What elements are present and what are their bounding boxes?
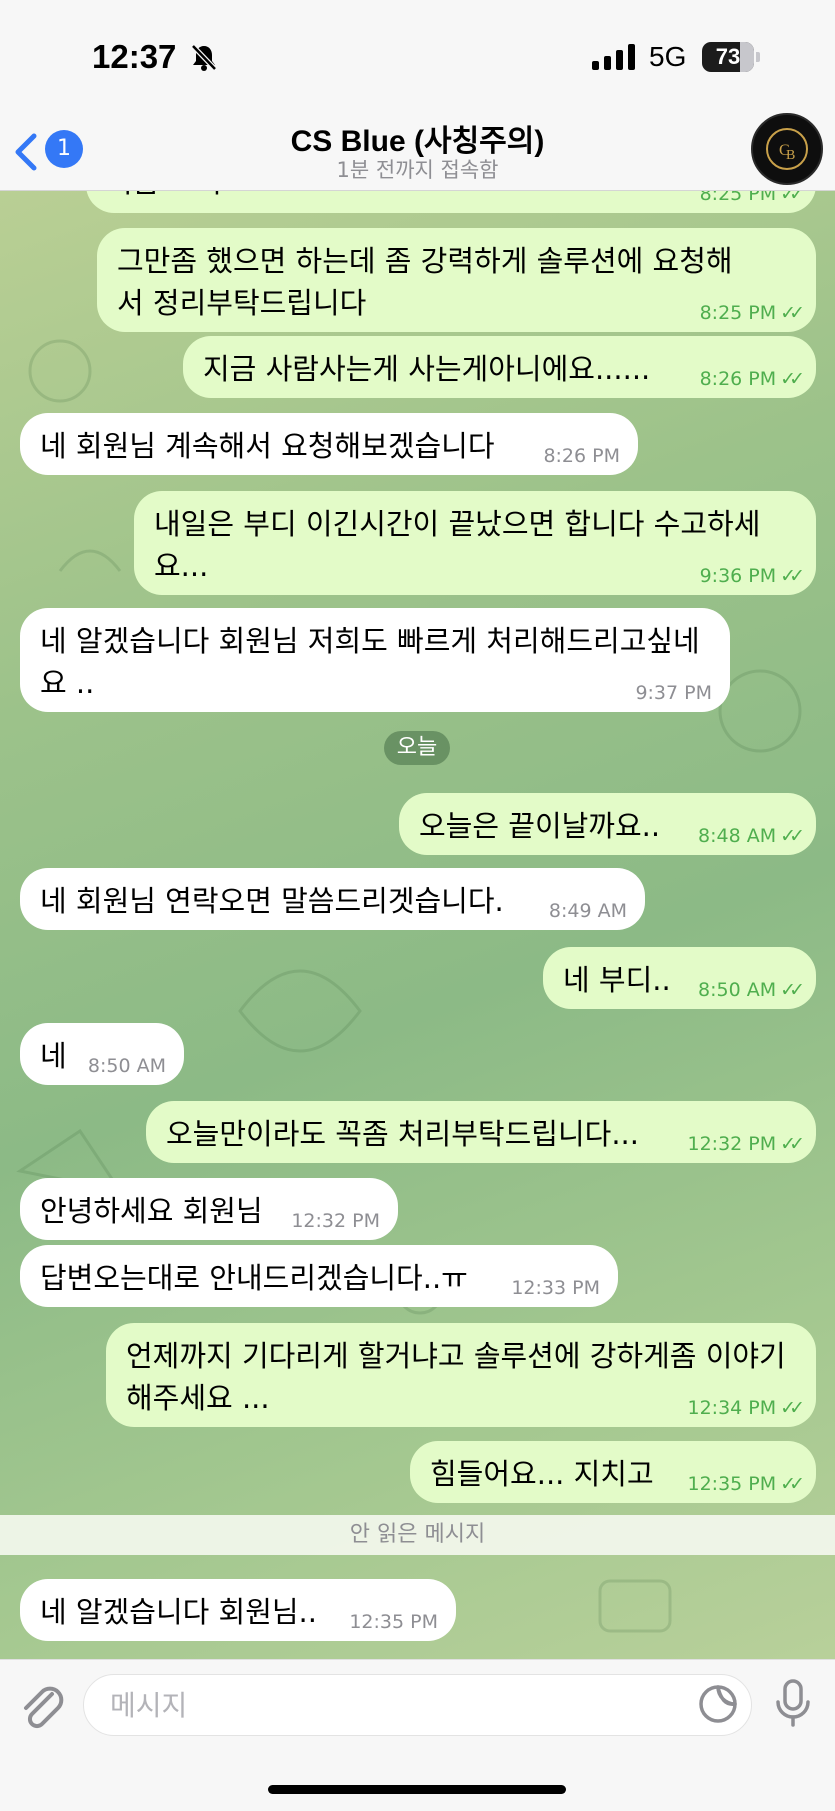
message-time: 8:26 PM [543, 445, 620, 467]
message-bubble-outgoing[interactable]: 그만좀 했으면 하는데 좀 강력하게 솔루션에 요청해서 정리부탁드립니다 8:… [97, 228, 816, 332]
message-bubble-incoming[interactable]: 네 알겠습니다 회원님 저희도 빠르게 처리해드리고싶네요 .. 9:37 PM [20, 608, 730, 712]
message-bubble-incoming[interactable]: 네 8:50 AM [20, 1023, 184, 1085]
message-bubble-outgoing[interactable]: 지금 사람사는게 사는게아니에요...... 8:26 PM ✓✓ [183, 336, 816, 398]
message-time: 12:35 PM [687, 1473, 777, 1495]
message-time: 9:36 PM [699, 565, 777, 587]
message-text: 내일은 부디 이긴시간이 끝났으면 합니다 수고하세요... [154, 507, 761, 583]
message-time: 12:34 PM [687, 1397, 777, 1419]
svg-text:B: B [786, 148, 795, 163]
message-meta: 12:32 PM [291, 1210, 380, 1232]
message-time: 8:48 AM [698, 825, 777, 847]
message-bubble-outgoing[interactable]: 힘들어요... 지치고 12:35 PM ✓✓ [410, 1441, 816, 1503]
message-meta: 8:25 PM ✓✓ [699, 302, 805, 324]
double-check-icon: ✓✓ [780, 1473, 805, 1495]
double-check-icon: ✓✓ [780, 191, 805, 205]
composer-bar [0, 1659, 835, 1811]
cs-logo-icon: C B [766, 128, 808, 170]
message-list[interactable]: 지금도 지오 8:25 PM✓✓ 그만좀 했으면 하는데 좀 강력하게 솔루션에… [0, 191, 835, 1659]
message-meta: 9:36 PM ✓✓ [699, 565, 805, 587]
message-time: 9:37 PM [635, 682, 712, 704]
message-text: 네 회원님 계속해서 요청해보겠습니다 [40, 429, 495, 463]
battery-level: 73 [715, 44, 741, 69]
double-check-icon: ✓✓ [780, 302, 805, 324]
chat-header: 1 CS Blue (사칭주의) 1분 전까지 접속함 C B [0, 110, 835, 191]
message-text: 지금도 지오 [106, 191, 796, 203]
bell-muted-icon [191, 44, 217, 71]
message-bubble-outgoing[interactable]: 언제까지 기다리게 할거냐고 솔루션에 강하게좀 이야기해주세요 ... 12:… [106, 1323, 816, 1427]
message-meta: 12:35 PM [349, 1611, 438, 1633]
message-meta: 12:32 PM ✓✓ [687, 1133, 805, 1155]
message-time: 12:33 PM [511, 1277, 600, 1299]
double-check-icon: ✓✓ [780, 1133, 805, 1155]
message-time: 12:32 PM [687, 1133, 777, 1155]
message-meta: 12:35 PM ✓✓ [687, 1473, 805, 1495]
message-bubble-outgoing[interactable]: 지금도 지오 8:25 PM✓✓ [86, 191, 816, 213]
message-text: 네 알겠습니다 회원님 저희도 빠르게 처리해드리고싶네요 .. [40, 624, 700, 700]
message-meta: 8:26 PM ✓✓ [699, 368, 805, 390]
message-meta: 8:50 AM [88, 1055, 166, 1077]
date-separator: 오늘 [384, 731, 450, 765]
message-bubble-incoming[interactable]: 답변오는대로 안내드리겠습니다..ㅠ 12:33 PM [20, 1245, 618, 1307]
unread-messages-separator: 안 읽은 메시지 [0, 1515, 835, 1555]
message-time: 8:25 PM [699, 191, 777, 205]
message-meta: 12:33 PM [511, 1277, 600, 1299]
message-time: 8:49 AM [548, 900, 627, 922]
battery-icon: 73 [702, 42, 754, 72]
message-bubble-outgoing[interactable]: 오늘은 끝이날까요.. 8:48 AM ✓✓ [399, 793, 816, 855]
message-bubble-incoming[interactable]: 네 회원님 연락오면 말씀드리겟습니다. 8:49 AM [20, 868, 645, 930]
status-time: 12:37 [92, 38, 177, 75]
message-time: 12:35 PM [349, 1611, 438, 1633]
message-bubble-incoming[interactable]: 네 회원님 계속해서 요청해보겠습니다 8:26 PM [20, 413, 638, 475]
double-check-icon: ✓✓ [780, 368, 805, 390]
double-check-icon: ✓✓ [780, 979, 805, 1001]
message-time: 12:32 PM [291, 1210, 380, 1232]
message-time: 8:50 AM [698, 979, 777, 1001]
message-meta: 8:48 AM ✓✓ [698, 825, 805, 847]
message-meta: 8:26 PM [543, 445, 620, 467]
message-meta: 9:37 PM [635, 682, 712, 704]
message-bubble-incoming[interactable]: 안녕하세요 회원님 12:32 PM [20, 1178, 398, 1240]
last-seen-status: 1분 전까지 접속함 [336, 158, 499, 182]
double-check-icon: ✓✓ [780, 825, 805, 847]
double-check-icon: ✓✓ [780, 565, 805, 587]
message-meta: 8:50 AM ✓✓ [698, 979, 805, 1001]
signal-icon [592, 44, 635, 70]
message-bubble-outgoing[interactable]: 내일은 부디 이긴시간이 끝났으면 합니다 수고하세요... 9:36 PM ✓✓ [134, 491, 816, 595]
network-type: 5G [649, 41, 687, 72]
microphone-icon[interactable] [772, 1678, 814, 1728]
paperclip-icon[interactable] [18, 1680, 64, 1730]
home-indicator[interactable] [268, 1785, 566, 1794]
message-text: 그만좀 했으면 하는데 좀 강력하게 솔루션에 요청해서 정리부탁드립니다 [117, 244, 733, 320]
avatar[interactable]: C B [751, 113, 823, 185]
message-input[interactable] [83, 1674, 752, 1736]
sticker-icon[interactable] [698, 1684, 738, 1724]
message-text: 네 회원님 연락오면 말씀드리겟습니다. [40, 884, 504, 918]
message-bubble-incoming[interactable]: 네 알겠습니다 회원님.. 12:35 PM [20, 1579, 456, 1641]
message-bubble-outgoing[interactable]: 오늘만이라도 꼭좀 처리부탁드립니다... 12:32 PM ✓✓ [146, 1101, 816, 1163]
message-meta: 8:49 AM [549, 900, 627, 922]
message-time: 8:25 PM [699, 302, 777, 324]
message-time: 8:26 PM [699, 368, 777, 390]
status-bar: 12:37 5G 73 [0, 0, 835, 110]
battery-tip [756, 52, 760, 62]
message-meta: 8:25 PM ✓✓ [699, 191, 805, 205]
message-bubble-outgoing[interactable]: 네 부디.. 8:50 AM ✓✓ [543, 947, 816, 1009]
message-meta: 12:34 PM ✓✓ [687, 1397, 805, 1419]
double-check-icon: ✓✓ [780, 1397, 805, 1419]
message-time: 8:50 AM [87, 1055, 166, 1077]
